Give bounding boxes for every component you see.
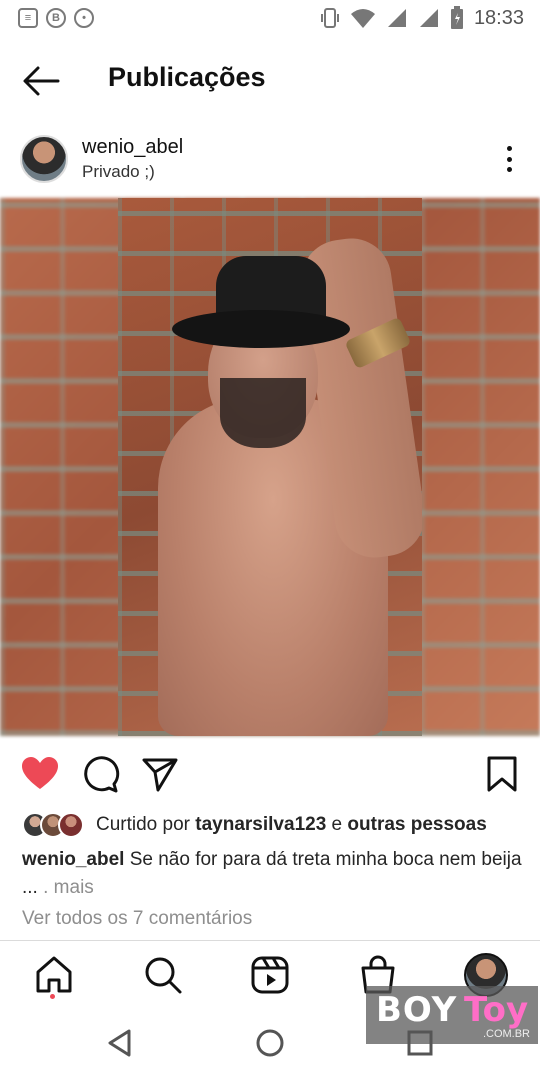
clock: 18:33 xyxy=(473,6,524,29)
battery-icon xyxy=(450,6,463,29)
signal-icon xyxy=(387,9,406,27)
page-header: Publicações xyxy=(0,50,540,110)
likes-user[interactable]: taynarsilva123 xyxy=(195,814,326,835)
status-right-icons: 18:33 xyxy=(320,6,524,30)
message-icon: ≡ xyxy=(18,8,38,28)
comment-icon[interactable] xyxy=(80,754,120,794)
bookmark-icon[interactable] xyxy=(482,754,522,794)
photo-hat-brim xyxy=(172,310,350,348)
avatar[interactable] xyxy=(20,135,68,183)
likes-prefix: Curtido por xyxy=(96,814,196,835)
likes-text: Curtido por taynarsilva123 e outras pess… xyxy=(96,814,487,836)
send-icon[interactable] xyxy=(140,754,180,794)
post-caption: wenio_abel Se não for para dá treta minh… xyxy=(22,846,522,902)
likes-summary[interactable]: Curtido por taynarsilva123 e outras pess… xyxy=(22,810,532,840)
b-icon: B xyxy=(46,8,66,28)
photo-figure-beard xyxy=(220,378,306,448)
post-header: wenio_abel Privado ;) xyxy=(0,132,540,192)
caption-more-link[interactable]: . mais xyxy=(43,877,94,898)
post-actions xyxy=(0,752,540,796)
reels-icon[interactable] xyxy=(249,954,291,996)
back-triangle-icon[interactable] xyxy=(105,1028,135,1058)
active-indicator xyxy=(50,994,55,999)
search-icon[interactable] xyxy=(142,954,184,996)
post-username[interactable]: wenio_abel xyxy=(82,136,183,159)
arrow-left-icon[interactable] xyxy=(22,64,62,98)
view-comments-link[interactable]: Ver todos os 7 comentários xyxy=(22,908,252,930)
status-left-icons: ≡ B • xyxy=(18,8,94,28)
post-location[interactable]: Privado ;) xyxy=(82,162,155,182)
liker-avatar xyxy=(58,812,84,838)
liker-avatars xyxy=(22,812,84,838)
status-bar: ≡ B • 18:33 xyxy=(0,0,540,38)
home-icon[interactable] xyxy=(33,954,75,996)
signal-icon xyxy=(419,9,438,27)
heart-filled-icon[interactable] xyxy=(20,754,60,794)
vibrate-icon xyxy=(320,8,339,28)
recents-square-icon[interactable] xyxy=(405,1028,435,1058)
system-nav xyxy=(0,1010,540,1080)
more-vertical-icon[interactable] xyxy=(506,146,512,172)
likes-conjunction: e xyxy=(326,814,348,835)
post-photo[interactable] xyxy=(118,198,422,736)
divider xyxy=(0,940,540,941)
likes-others[interactable]: outras pessoas xyxy=(347,814,486,835)
circle-icon: • xyxy=(74,8,94,28)
page-title: Publicações xyxy=(108,62,266,92)
wifi-icon xyxy=(350,9,375,28)
home-circle-icon[interactable] xyxy=(255,1028,285,1058)
caption-username[interactable]: wenio_abel xyxy=(22,849,124,870)
